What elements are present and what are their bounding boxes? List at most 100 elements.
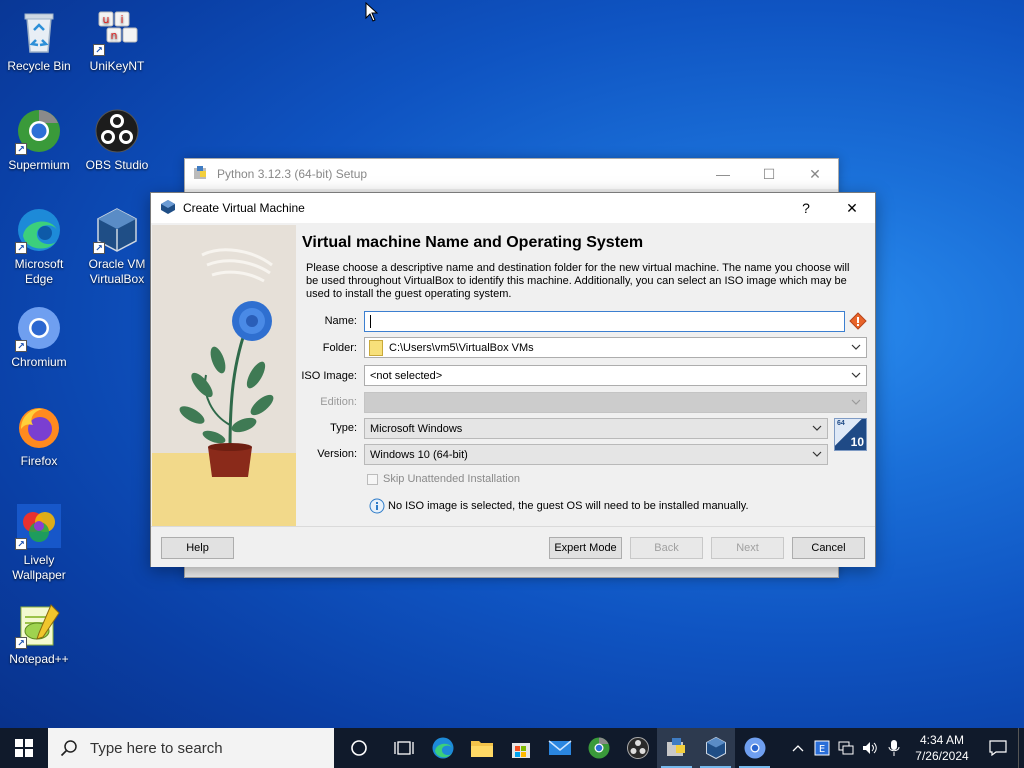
cancel-button[interactable]: Cancel [792,537,865,559]
obs-studio-icon [93,107,141,155]
dialog-content: Virtual machine Name and Operating Syste… [151,224,875,527]
desktop-icon-virtualbox[interactable]: ↗ Oracle VM VirtualBox [78,206,156,296]
info-icon [369,498,385,514]
taskbar-obs[interactable] [618,728,657,768]
chevron-down-icon [851,344,861,350]
desktop-icon-unikey[interactable]: uin ↗ UniKeyNT [78,8,156,98]
iso-image-value: <not selected> [370,369,443,382]
chevron-down-icon [851,399,861,405]
taskbar: Type here to search E 4:34 AM 7/26/2024 [0,728,1024,768]
desktop-icon-supermium[interactable]: ↗ Supermium [0,107,78,197]
taskbar-search-box[interactable]: Type here to search [48,728,334,768]
help-button[interactable]: Help [161,537,234,559]
firefox-icon [15,403,63,451]
desktop-icon-obs[interactable]: OBS Studio [78,107,156,197]
start-button[interactable] [0,728,48,768]
tray-microphone[interactable] [882,728,906,768]
cortana-icon [351,740,367,756]
flower-pot-illustration [152,225,296,527]
taskbar-file-explorer[interactable] [462,728,501,768]
chromium-icon [744,737,765,759]
folder-icon [369,339,383,356]
edge-icon [432,737,453,759]
tray-unikey[interactable]: E [810,728,834,768]
chevron-down-icon [812,451,822,457]
task-view-button[interactable] [384,728,423,768]
taskbar-clock[interactable]: 4:34 AM 7/26/2024 [906,728,978,768]
expert-mode-button[interactable]: Expert Mode [549,537,622,559]
file-explorer-icon [470,741,493,757]
desktop-icon-recycle-bin[interactable]: Recycle Bin [0,8,78,98]
desktop-icon-firefox[interactable]: Firefox [0,403,78,493]
page-heading: Virtual machine Name and Operating Syste… [302,234,644,251]
supermium-icon: ↗ [15,107,63,155]
desktop-icon-label: OBS Studio [85,158,149,172]
os-version-label: 10 [850,435,864,449]
notepad-plus-plus-icon: ↗ [15,601,63,649]
checkbox-box [367,473,378,485]
close-button[interactable]: ✕ [792,159,838,189]
skip-unattended-label: Skip Unattended Installation [383,473,520,485]
desktop-icon-edge[interactable]: ↗ Microsoft Edge [0,206,78,296]
chevron-down-icon [812,425,822,431]
mouse-cursor-icon [365,2,379,22]
python-setup-icon [193,165,209,184]
close-button[interactable]: ✕ [829,193,875,223]
desktop-icon-lively[interactable]: ↗ Lively Wallpaper [0,502,78,592]
edition-label: Edition: [320,396,357,408]
desktop-icon-label: Notepad++ [9,652,69,666]
search-placeholder: Type here to search [90,739,223,757]
taskbar-virtualbox[interactable] [696,728,735,768]
desktop-icon-label: Lively Wallpaper [12,553,66,582]
name-input[interactable] [364,311,845,332]
iso-image-combobox[interactable]: <not selected> [364,365,867,386]
chevron-down-icon [851,372,861,378]
tray-volume[interactable] [858,728,882,768]
folder-combobox[interactable]: C:\Users\vm5\VirtualBox VMs [364,337,867,358]
taskbar-store[interactable] [501,728,540,768]
next-button[interactable]: Next [711,537,784,559]
system-tray: E 4:34 AM 7/26/2024 [786,728,1024,768]
desktop-icon-label: Firefox [20,454,58,468]
dialog-button-bar: Help Expert Mode Back Next Cancel [151,526,875,567]
notification-icon [989,740,1007,756]
taskbar-python-setup[interactable] [657,728,696,768]
tray-network[interactable] [834,728,858,768]
warning-icon [849,312,867,333]
wizard-illustration [152,225,296,527]
svg-text:n: n [111,29,118,42]
cortana-button[interactable] [334,728,384,768]
action-center-button[interactable] [978,728,1018,768]
taskbar-edge[interactable] [423,728,462,768]
taskbar-supermium[interactable] [579,728,618,768]
name-label: Name: [324,315,357,327]
windows-logo-icon [15,739,33,757]
unikey-icon: uin ↗ [93,8,141,56]
recycle-bin-icon [15,8,63,56]
version-combobox[interactable]: Windows 10 (64-bit) [364,444,828,465]
desktop-icon-notepadpp[interactable]: ↗ Notepad++ [0,601,78,691]
os-bits-label: 64 [837,420,845,427]
dialog-titlebar[interactable]: Create Virtual Machine ? ✕ [151,193,875,223]
desktop-icon-label: Chromium [11,355,67,369]
show-desktop-button[interactable] [1018,728,1024,768]
folder-value: C:\Users\vm5\VirtualBox VMs [389,341,534,354]
virtualbox-icon [160,199,176,218]
show-hidden-icons-button[interactable] [786,728,810,768]
desktop-icon-chromium[interactable]: ↗ Chromium [0,304,78,394]
type-combobox[interactable]: Microsoft Windows [364,418,828,439]
python-setup-title: Python 3.12.3 (64-bit) Setup [217,167,368,181]
taskbar-mail[interactable] [540,728,579,768]
info-message: No ISO image is selected, the guest OS w… [369,498,749,514]
taskbar-chromium[interactable] [735,728,774,768]
maximize-button[interactable]: ☐ [746,159,792,189]
desktop-icon-label: Supermium [8,158,70,172]
version-value: Windows 10 (64-bit) [370,448,468,461]
dialog-title: Create Virtual Machine [183,201,305,215]
back-button[interactable]: Back [630,537,703,559]
context-help-button[interactable]: ? [783,193,829,223]
minimize-button[interactable]: — [700,159,746,189]
mail-icon [548,740,571,755]
chevron-up-icon [792,745,804,752]
type-value: Microsoft Windows [370,422,463,435]
